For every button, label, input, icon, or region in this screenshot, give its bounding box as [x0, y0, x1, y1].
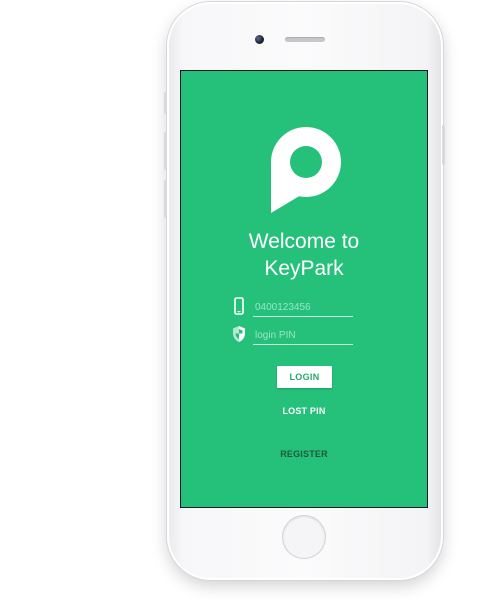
power-button	[442, 125, 445, 165]
device-mockup: Welcome to KeyPark LOGIN LOST PIN REGIST…	[0, 0, 499, 600]
welcome-heading: Welcome to KeyPark	[181, 228, 427, 282]
pin-field	[233, 326, 353, 345]
login-pin-input[interactable]	[253, 327, 353, 345]
phone-field	[234, 297, 353, 317]
welcome-line-1: Welcome to	[248, 230, 360, 253]
register-link[interactable]: REGISTER	[181, 449, 427, 459]
silent-switch	[164, 92, 167, 114]
volume-down-button	[164, 180, 167, 218]
smartphone-icon	[234, 297, 244, 315]
keypark-p-logo-icon	[271, 127, 341, 213]
login-button[interactable]: LOGIN	[277, 366, 332, 388]
volume-up-button	[164, 132, 167, 170]
welcome-line-2: KeyPark	[264, 257, 344, 280]
front-camera	[255, 35, 264, 44]
lost-pin-link[interactable]: LOST PIN	[181, 406, 427, 416]
earpiece-speaker	[285, 37, 325, 42]
phone-number-input[interactable]	[253, 299, 353, 317]
login-screen: Welcome to KeyPark LOGIN LOST PIN REGIST…	[180, 70, 428, 508]
home-button[interactable]	[283, 516, 325, 558]
shield-icon	[233, 326, 245, 342]
